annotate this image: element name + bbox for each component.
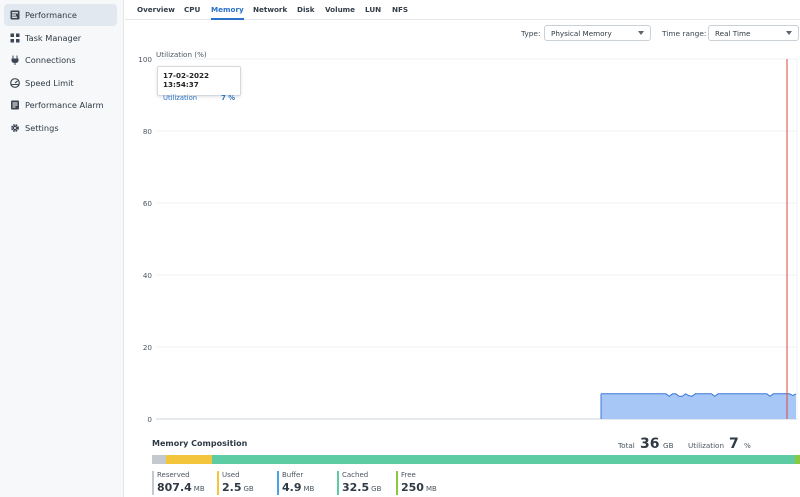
tab-overview[interactable]: Overview <box>137 5 175 14</box>
sidebar-item-label: Speed Limit <box>25 77 74 88</box>
sidebar-item-settings[interactable]: Settings <box>4 117 117 139</box>
time-range-label: Time range: <box>662 29 707 38</box>
tab-memory[interactable]: Memory <box>211 5 244 20</box>
sidebar-item-speed-limit[interactable]: Speed Limit <box>4 72 117 94</box>
memory-composition-bar <box>152 455 800 464</box>
main-panel: Overview CPU Memory Network Disk Volume … <box>125 0 800 497</box>
task-manager-icon <box>10 33 20 43</box>
utilization-unit: % <box>744 441 751 450</box>
series-area <box>601 393 796 419</box>
y-tick-label: 20 <box>143 343 153 352</box>
tab-bar: Overview CPU Memory Network Disk Volume … <box>125 0 800 20</box>
total-unit: GB <box>663 441 674 450</box>
y-tick-label: 100 <box>138 55 152 64</box>
legend-value: 4.9 <box>282 481 302 494</box>
type-select[interactable]: Physical Memory <box>544 25 651 41</box>
y-tick-label: 80 <box>143 127 153 136</box>
tooltip-label: Utilization <box>163 94 198 102</box>
legend-value: 32.5 <box>342 481 370 494</box>
sidebar-item-label: Performance <box>25 10 77 20</box>
tab-network[interactable]: Network <box>253 5 287 14</box>
y-tick-label: 40 <box>143 271 153 280</box>
time-range-select[interactable]: Real Time <box>708 25 799 41</box>
composition-segment-free <box>795 455 800 464</box>
tab-volume[interactable]: Volume <box>325 5 355 14</box>
legend-swatch <box>277 471 279 495</box>
alarm-icon <box>10 100 20 110</box>
performance-icon <box>10 10 20 20</box>
legend-buffer: Buffer 4.9 MB <box>277 471 314 495</box>
legend-reserved: Reserved 807.4 MB <box>152 471 205 495</box>
utilization-chart[interactable]: Utilization (%) 100 80 60 40 20 0 17-02-2022 … <box>125 46 800 431</box>
legend-swatch <box>337 471 339 495</box>
tab-disk[interactable]: Disk <box>297 5 315 14</box>
legend-name: Buffer <box>282 471 304 479</box>
legend-cached: Cached 32.5 GB <box>337 471 381 495</box>
legend-value: 250 <box>401 481 424 494</box>
sidebar-item-label: Performance Alarm <box>25 100 104 110</box>
tooltip-value: 7 % <box>221 94 235 102</box>
sidebar-item-connections[interactable]: Connections <box>4 49 117 71</box>
legend-unit: GB <box>243 485 254 493</box>
legend-name: Reserved <box>157 471 190 479</box>
type-label: Type: <box>521 29 541 38</box>
tab-nfs[interactable]: NFS <box>392 5 408 14</box>
legend-unit: MB <box>193 485 205 493</box>
legend-unit: MB <box>303 485 315 493</box>
legend-used: Used 2.5 GB <box>217 471 254 495</box>
sidebar: Performance Task Manager Connections Spe… <box>0 0 124 497</box>
chevron-down-icon <box>786 31 792 35</box>
tooltip-date: 17-02-2022 13:54:37 <box>163 71 209 89</box>
utilization-label: Utilization <box>688 441 725 450</box>
total-label: Total <box>618 441 635 450</box>
chart-tooltip: 17-02-2022 13:54:37 Utilization 7 % <box>157 66 241 102</box>
legend-free: Free 250 MB <box>396 471 437 495</box>
legend-name: Used <box>222 471 240 479</box>
composition-segment-reserved <box>152 455 167 464</box>
sidebar-item-label: Connections <box>25 55 76 65</box>
sidebar-item-performance-alarm[interactable]: Performance Alarm <box>4 94 117 116</box>
connections-icon <box>10 55 20 65</box>
memory-composition-title: Memory Composition <box>152 439 248 448</box>
tab-lun[interactable]: LUN <box>365 5 381 14</box>
legend-name: Cached <box>342 471 369 479</box>
legend-name: Free <box>401 471 416 479</box>
utilization-value: 7 <box>729 436 739 452</box>
legend-swatch <box>396 471 398 495</box>
chart-canvas: 100 80 60 40 20 0 <box>138 55 798 424</box>
composition-segment-used <box>166 455 212 464</box>
sidebar-item-label: Task Manager <box>25 32 82 43</box>
legend-unit: MB <box>425 485 437 493</box>
memory-totals: Total 36 GB Utilization 7 % <box>600 436 800 452</box>
legend-unit: GB <box>371 485 382 493</box>
y-tick-label: 0 <box>147 415 152 424</box>
gear-icon <box>10 123 20 133</box>
total-value: 36 <box>640 436 660 452</box>
time-range-select-value: Real Time <box>715 29 751 38</box>
chevron-down-icon <box>638 31 644 35</box>
sidebar-item-performance[interactable]: Performance <box>4 4 117 26</box>
tab-cpu[interactable]: CPU <box>184 5 200 14</box>
y-tick-label: 60 <box>143 199 153 208</box>
speed-limit-icon <box>10 77 20 88</box>
legend-swatch <box>152 471 154 495</box>
sidebar-item-task-manager[interactable]: Task Manager <box>4 27 117 49</box>
legend-value: 2.5 <box>222 481 242 494</box>
legend-swatch <box>217 471 219 495</box>
composition-segment-cached <box>212 455 796 464</box>
legend-value: 807.4 <box>157 481 192 494</box>
type-select-value: Physical Memory <box>551 29 612 38</box>
sidebar-item-label: Settings <box>25 122 59 133</box>
